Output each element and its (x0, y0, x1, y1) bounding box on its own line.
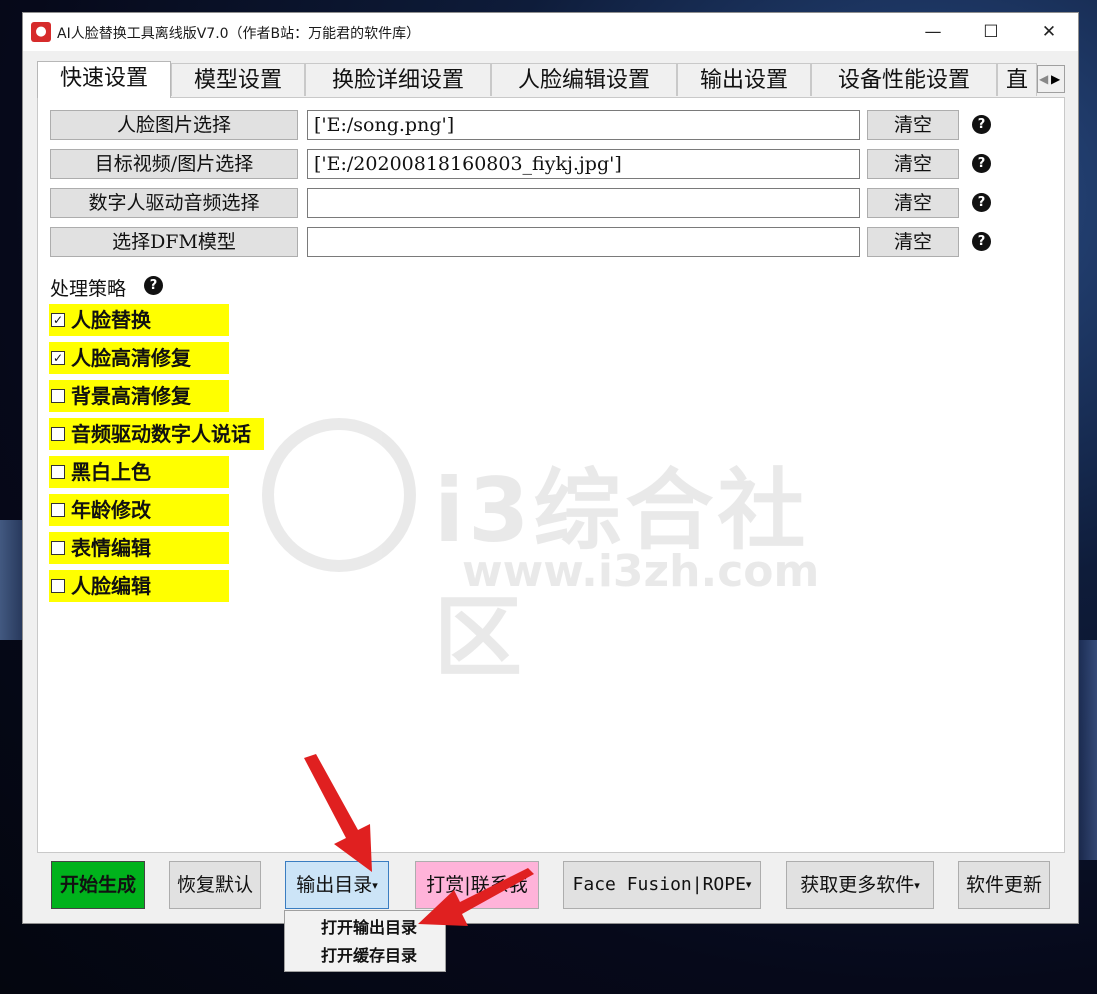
app-logo-icon: ● (31, 22, 51, 42)
help-icon[interactable]: ? (972, 193, 991, 212)
tab-model-settings[interactable]: 模型设置 (171, 63, 305, 96)
tab-device-performance-settings[interactable]: 设备性能设置 (811, 63, 997, 96)
driving-audio-clear-button[interactable]: 清空 (867, 188, 959, 218)
face-image-select-button[interactable]: 人脸图片选择 (50, 110, 298, 140)
option-audio-driven-talking[interactable]: 音频驱动数字人说话 (49, 418, 264, 450)
option-face-hd-restore[interactable]: ✓ 人脸高清修复 (49, 342, 229, 374)
checkbox[interactable] (51, 540, 65, 555)
strategy-heading: 处理策略 ? (50, 274, 163, 301)
help-icon[interactable]: ? (144, 276, 163, 295)
tab-more[interactable]: 直 (997, 63, 1037, 96)
checkbox[interactable]: ✓ (51, 312, 65, 327)
option-expression-edit[interactable]: 表情编辑 (49, 532, 229, 564)
watermark: i3综合社区 www.i3zh.com (262, 418, 862, 689)
donate-contact-button[interactable]: 打赏|联系我 (415, 861, 539, 909)
checkbox[interactable] (51, 388, 65, 403)
menu-item-open-cache-dir[interactable]: 打开缓存目录 (285, 942, 445, 970)
caret-down-icon: ▾ (372, 879, 378, 892)
option-face-swap[interactable]: ✓ 人脸替换 (49, 304, 229, 336)
option-face-edit[interactable]: 人脸编辑 (49, 570, 229, 602)
target-media-select-button[interactable]: 目标视频/图片选择 (50, 149, 298, 179)
maximize-button[interactable]: ☐ (962, 13, 1020, 51)
menu-item-open-output-dir[interactable]: 打开输出目录 (285, 914, 445, 942)
tab-face-edit-settings[interactable]: 人脸编辑设置 (491, 63, 677, 96)
tab-output-settings[interactable]: 输出设置 (677, 63, 811, 96)
face-image-clear-button[interactable]: 清空 (867, 110, 959, 140)
dfm-model-clear-button[interactable]: 清空 (867, 227, 959, 257)
output-directory-button[interactable]: 输出目录▾ (285, 861, 389, 909)
checkbox[interactable] (51, 426, 65, 441)
start-generate-button[interactable]: 开始生成 (51, 861, 145, 909)
option-age-modify[interactable]: 年龄修改 (49, 494, 229, 526)
face-image-path-input[interactable]: ['E:/song.png'] (307, 110, 860, 140)
output-directory-menu: 打开输出目录 打开缓存目录 (284, 910, 446, 972)
caret-down-icon: ▾ (745, 878, 752, 891)
checkbox[interactable] (51, 578, 65, 593)
driving-audio-select-button[interactable]: 数字人驱动音频选择 (50, 188, 298, 218)
strategy-label: 处理策略 (50, 278, 127, 300)
chevron-left-icon[interactable]: ◀ (1039, 71, 1048, 87)
dfm-model-path-input[interactable] (307, 227, 860, 257)
tab-quick-settings[interactable]: 快速设置 (37, 61, 171, 98)
driving-audio-path-input[interactable] (307, 188, 860, 218)
more-software-button[interactable]: 获取更多软件▾ (786, 861, 934, 909)
checkbox[interactable]: ✓ (51, 350, 65, 365)
watermark-url: www.i3zh.com (462, 546, 820, 597)
tab-swap-detail-settings[interactable]: 换脸详细设置 (305, 63, 491, 96)
quick-settings-panel: 人脸图片选择 ['E:/song.png'] 清空 ? 目标视频/图片选择 ['… (37, 97, 1065, 853)
checkbox[interactable] (51, 464, 65, 479)
target-media-path-input[interactable]: ['E:/20200818160803_fiykj.jpg'] (307, 149, 860, 179)
window-title: AI人脸替换工具离线版V7.0（作者B站：万能君的软件库） (57, 26, 421, 42)
watermark-logo-icon (262, 418, 416, 572)
caret-down-icon: ▾ (914, 879, 920, 892)
help-icon[interactable]: ? (972, 154, 991, 173)
checkbox[interactable] (51, 502, 65, 517)
face-fusion-rope-button[interactable]: Face Fusion|ROPE▾ (563, 861, 761, 909)
minimize-button[interactable]: — (904, 13, 962, 51)
watermark-text: i3综合社区 (434, 459, 810, 689)
restore-defaults-button[interactable]: 恢复默认 (169, 861, 261, 909)
tab-bar: 快速设置 模型设置 换脸详细设置 人脸编辑设置 输出设置 设备性能设置 直 ◀ … (37, 61, 1065, 98)
title-bar: ● AI人脸替换工具离线版V7.0（作者B站：万能君的软件库） — ☐ ✕ (23, 13, 1078, 51)
dfm-model-select-button[interactable]: 选择DFM模型 (50, 227, 298, 257)
software-update-button[interactable]: 软件更新 (958, 861, 1050, 909)
target-media-clear-button[interactable]: 清空 (867, 149, 959, 179)
help-icon[interactable]: ? (972, 232, 991, 251)
option-background-hd-restore[interactable]: 背景高清修复 (49, 380, 229, 412)
option-colorize[interactable]: 黑白上色 (49, 456, 229, 488)
app-window: ● AI人脸替换工具离线版V7.0（作者B站：万能君的软件库） — ☐ ✕ 快速… (22, 12, 1079, 924)
tab-scroll-control[interactable]: ◀ ▶ (1037, 65, 1065, 93)
close-button[interactable]: ✕ (1020, 13, 1078, 51)
chevron-right-icon[interactable]: ▶ (1051, 71, 1060, 87)
help-icon[interactable]: ? (972, 115, 991, 134)
